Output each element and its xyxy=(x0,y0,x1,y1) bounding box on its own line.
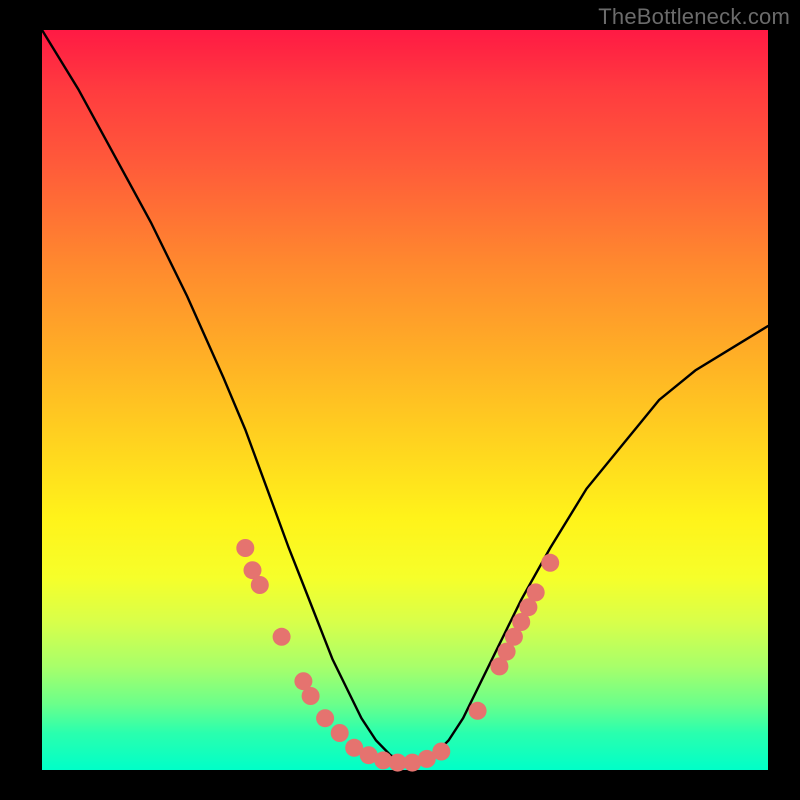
watermark-text: TheBottleneck.com xyxy=(598,4,790,30)
data-marker xyxy=(541,554,559,572)
data-marker xyxy=(527,583,545,601)
data-marker xyxy=(251,576,269,594)
data-marker xyxy=(302,687,320,705)
chart-frame: TheBottleneck.com xyxy=(0,0,800,800)
curve-layer xyxy=(0,0,800,800)
data-marker xyxy=(331,724,349,742)
data-marker xyxy=(316,709,334,727)
bottleneck-curve xyxy=(42,30,768,763)
data-marker xyxy=(236,539,254,557)
data-marker xyxy=(273,628,291,646)
data-marker xyxy=(432,743,450,761)
data-marker xyxy=(469,702,487,720)
